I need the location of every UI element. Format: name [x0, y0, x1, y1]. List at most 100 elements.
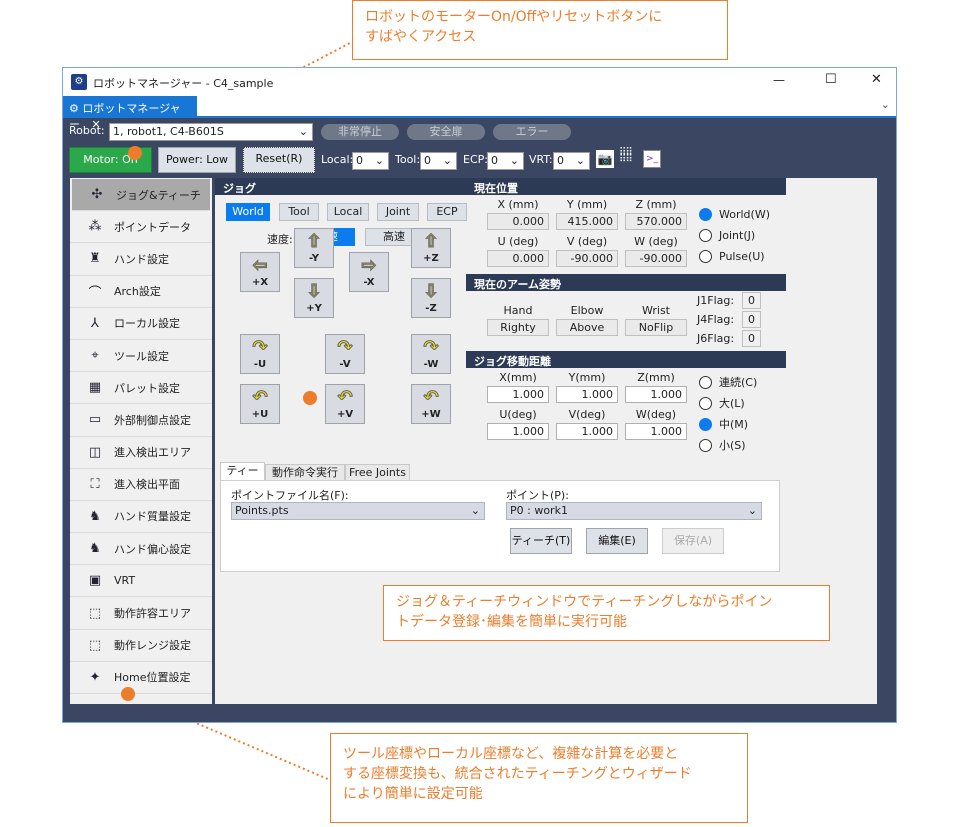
- sidebar-item-label: 進入検出平面: [114, 478, 180, 492]
- jog-mv-button[interactable]: ↷ -V: [325, 334, 365, 374]
- sidebar-item[interactable]: ⌖ ツール設定: [70, 340, 212, 373]
- jog-mz-button[interactable]: ⇩ -Z: [411, 278, 451, 318]
- jog-mu-button[interactable]: ↷ -U: [240, 334, 280, 374]
- jog-pu-button[interactable]: ↶ +U: [240, 384, 280, 424]
- document-tab-row: ⚙ ロボットマネージャー ✕ ⌄: [63, 96, 896, 131]
- distance-radio[interactable]: 大(L): [699, 395, 745, 411]
- radio-icon: [699, 208, 712, 221]
- jog-pv-button[interactable]: ↶ +V: [325, 384, 365, 424]
- sidebar-item-label: 進入検出エリア: [114, 446, 191, 460]
- jog-mode-world[interactable]: World: [226, 203, 270, 221]
- distance-value[interactable]: 1.000: [487, 386, 549, 403]
- flag-value: 0: [742, 330, 761, 347]
- sidebar-item[interactable]: ◫ 進入検出エリア: [70, 437, 212, 469]
- jog-py-button[interactable]: ⇩ +Y: [294, 278, 334, 318]
- arrow-icon: ↶: [252, 387, 268, 409]
- coord-radio[interactable]: World(W): [699, 208, 770, 221]
- sidebar: ✣ ジョグ&ティーチ ⁂ ポイントデータ ♜ ハンド設定 ⌒ Arch設定 ⅄ ローカル設定 ⌖ ツー…: [70, 178, 212, 704]
- teach-tab[interactable]: 動作命令実行: [265, 464, 345, 481]
- position-value: 570.000: [625, 213, 687, 230]
- distance-radio[interactable]: 小(S): [699, 437, 746, 453]
- point-file-select[interactable]: Points.pts ⌄: [231, 502, 485, 520]
- sidebar-item[interactable]: ✦ Home位置設定: [70, 662, 212, 694]
- sidebar-item[interactable]: ⁂ ポイントデータ: [70, 211, 212, 244]
- sidebar-item[interactable]: ⬚ 動作許容エリア: [70, 597, 212, 630]
- sidebar-item-label: ポイントデータ: [114, 220, 191, 234]
- robot-select[interactable]: 1, robot1, C4-B601S ⌄: [109, 123, 313, 141]
- power-button[interactable]: Power: Low: [158, 147, 236, 173]
- jog-px-button[interactable]: ⇦ +X: [240, 252, 280, 292]
- teach-button[interactable]: ティーチ(T): [510, 528, 572, 554]
- coord-radio[interactable]: Pulse(U): [699, 250, 765, 263]
- sidebar-icon: ⅄: [91, 315, 99, 331]
- reset-button[interactable]: Reset(R): [243, 147, 315, 173]
- jog-pw-button[interactable]: ↶ +W: [411, 384, 451, 424]
- jog-mw-button[interactable]: ↷ -W: [411, 334, 451, 374]
- sidebar-item[interactable]: ▭ 外部制御点設定: [70, 404, 212, 437]
- tool-select[interactable]: 0 ⌄: [420, 152, 457, 170]
- radio-icon: [699, 438, 712, 452]
- arm-value: NoFlip: [625, 319, 687, 336]
- position-value: -90.000: [625, 250, 687, 267]
- distance-value[interactable]: 1.000: [625, 386, 687, 403]
- edit-button[interactable]: 編集(E): [586, 528, 648, 554]
- terminal-icon[interactable]: >_: [643, 150, 661, 168]
- radio-icon: [699, 396, 712, 410]
- distance-value[interactable]: 1.000: [487, 423, 549, 440]
- robot-select-value: 1, robot1, C4-B601S: [113, 125, 224, 138]
- local-select[interactable]: 0 ⌄: [352, 152, 389, 170]
- chevron-down-icon: ⌄: [509, 154, 519, 167]
- jog-my-button[interactable]: ⇧ -Y: [294, 228, 334, 268]
- sidebar-item-label: Arch設定: [114, 285, 161, 299]
- sidebar-item[interactable]: ▣ VRT: [70, 565, 212, 598]
- callout-top: ロボットのモーターOn/Offやリセットボタンに すばやくアクセス: [352, 0, 728, 60]
- maximize-button[interactable]: ☐: [825, 72, 837, 87]
- minimize-button[interactable]: —: [773, 73, 785, 87]
- arrow-icon: ↷: [423, 337, 439, 359]
- camera-icon[interactable]: 📷: [596, 150, 614, 168]
- sidebar-item[interactable]: ⅄ ローカル設定: [70, 308, 212, 340]
- coord-radio[interactable]: Joint(J): [699, 229, 755, 242]
- jog-pz-button[interactable]: ⇧ +Z: [411, 228, 451, 268]
- point-select[interactable]: P0 : work1 ⌄: [506, 502, 762, 520]
- distance-radio[interactable]: 連続(C): [699, 374, 757, 390]
- teach-tab[interactable]: ティーチ: [220, 462, 265, 493]
- sidebar-item[interactable]: ♜ ハンド設定: [70, 243, 212, 276]
- sidebar-item[interactable]: ♞ ハンド質量設定: [70, 501, 212, 534]
- arrow-icon: ⇦: [252, 255, 268, 277]
- jog-mode-joint[interactable]: Joint: [377, 203, 419, 221]
- distance-label: V(deg): [568, 408, 606, 421]
- position-label: U (deg): [497, 235, 539, 248]
- jog-mx-button[interactable]: ⇨ -X: [349, 252, 389, 292]
- sidebar-item[interactable]: ▦ パレット設定: [70, 372, 212, 405]
- sidebar-item[interactable]: ✣ ジョグ&ティーチ: [72, 179, 210, 212]
- sidebar-item[interactable]: ⬚ 動作レンジ設定: [70, 630, 212, 662]
- jog-mode-local[interactable]: Local: [327, 203, 369, 221]
- arrow-icon: ↶: [337, 387, 353, 409]
- sidebar-item[interactable]: ⌒ Arch設定: [70, 276, 212, 308]
- robot-label: Robot:: [69, 124, 105, 137]
- ecp-label: ECP:: [463, 153, 488, 166]
- vrt-select[interactable]: 0 ⌄: [553, 152, 590, 170]
- jog-header: ジョグ: [215, 178, 466, 195]
- teach-tab[interactable]: Free Joints: [345, 464, 410, 481]
- chevron-down-icon[interactable]: ⌄: [881, 98, 890, 111]
- tab-robot-manager[interactable]: ⚙ ロボットマネージャー ✕: [63, 96, 197, 131]
- jog-mode-ecp[interactable]: ECP: [427, 203, 467, 221]
- jog-mode-tool[interactable]: Tool: [279, 203, 319, 221]
- io-grid-icon[interactable]: ⠿⠿ ⠿⠿: [619, 148, 633, 165]
- sidebar-icon: ⬚: [88, 605, 102, 621]
- distance-value[interactable]: 1.000: [556, 386, 618, 403]
- marker-dot: [128, 146, 142, 160]
- sidebar-item[interactable]: ♞ ハンド偏心設定: [70, 533, 212, 566]
- robot-icon: ⚙: [69, 102, 83, 115]
- save-button[interactable]: 保存(A): [662, 528, 724, 554]
- ecp-select[interactable]: 0 ⌄: [487, 152, 524, 170]
- marker-dot: [121, 687, 135, 701]
- sidebar-item[interactable]: ⛶ 進入検出平面: [70, 469, 212, 501]
- distance-radio[interactable]: 中(M): [699, 416, 748, 432]
- distance-value[interactable]: 1.000: [625, 423, 687, 440]
- distance-value[interactable]: 1.000: [556, 423, 618, 440]
- arrow-icon: ⇨: [361, 255, 377, 277]
- close-button[interactable]: ✕: [871, 72, 882, 87]
